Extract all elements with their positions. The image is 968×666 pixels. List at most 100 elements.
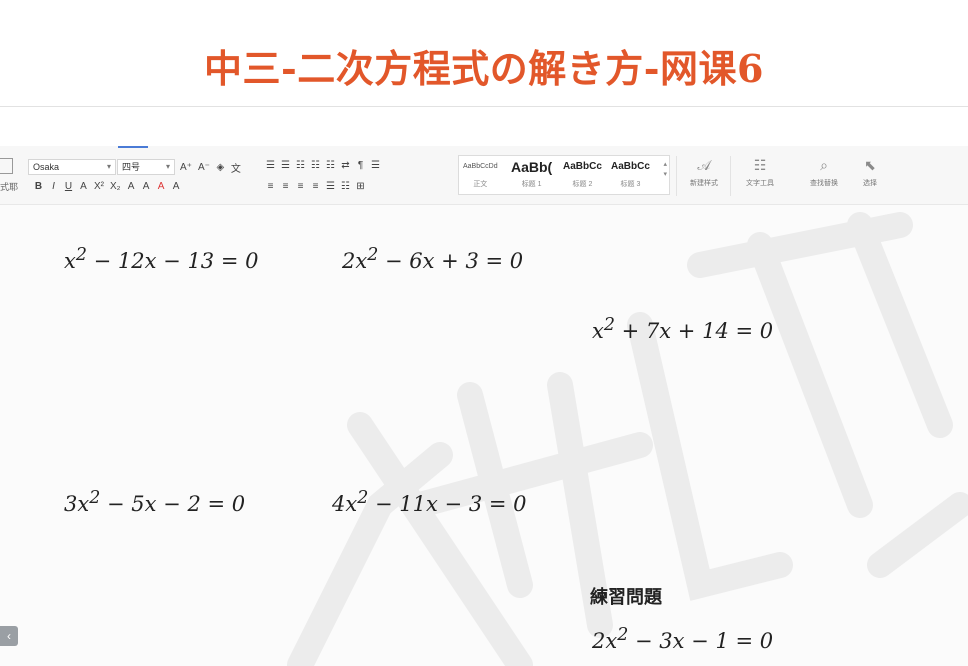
borders-icon[interactable]: ⊞ bbox=[356, 181, 365, 192]
style-sample: AaBbCc bbox=[563, 161, 602, 172]
active-tab-indicator bbox=[118, 146, 148, 148]
outdent-icon[interactable]: ☷ bbox=[296, 160, 305, 171]
text-effect-button[interactable]: A bbox=[127, 181, 136, 192]
subscript-button[interactable]: X₂ bbox=[110, 181, 121, 192]
font-family-select[interactable]: Osaka ▾ bbox=[28, 159, 116, 175]
new-style-button[interactable]: 𝒜 新建样式 bbox=[682, 156, 726, 188]
toolbar-divider bbox=[730, 156, 731, 196]
equation-rest: − 11x − 3 = 0 bbox=[368, 492, 527, 516]
equation-lead: 4x bbox=[332, 492, 358, 516]
distribute-icon[interactable]: ☰ bbox=[326, 181, 335, 192]
equation-lead: 3x bbox=[64, 492, 90, 516]
equation-rest: + 7x + 14 = 0 bbox=[614, 319, 774, 343]
text-format-group: B I U A X² X₂ A A A A bbox=[34, 181, 181, 192]
style-sample: AaBbCcDd bbox=[463, 163, 498, 170]
char-border-button[interactable]: A bbox=[172, 181, 181, 192]
style-sample: AaBb( bbox=[511, 159, 553, 175]
cursor-icon: ⬉ bbox=[864, 157, 876, 173]
align-center-icon[interactable]: ≡ bbox=[281, 181, 290, 192]
style-label: 标题 3 bbox=[620, 181, 641, 188]
highlight-button[interactable]: A bbox=[142, 181, 151, 192]
alignment-group: ≡ ≡ ≡ ≡ ☰ ☷ ⊞ bbox=[266, 181, 365, 192]
text-tools-label: 文字工具 bbox=[746, 180, 774, 187]
equation-exponent: 2 bbox=[367, 245, 379, 265]
indent-icon[interactable]: ☷ bbox=[311, 160, 320, 171]
equation-rest: − 6x + 3 = 0 bbox=[378, 249, 524, 273]
style-label: 正文 bbox=[473, 181, 488, 188]
numbered-list-icon[interactable]: ☰ bbox=[281, 160, 290, 171]
chinese-layout-icon[interactable]: ☷ bbox=[326, 160, 335, 171]
watermark bbox=[287, 212, 968, 666]
equation-rest: − 3x − 1 = 0 bbox=[628, 629, 774, 653]
chevron-down-icon: ▾ bbox=[165, 162, 170, 171]
practice-heading: 練習問題 bbox=[590, 587, 662, 608]
style-normal[interactable]: AaBbCcDd 正文 bbox=[463, 159, 498, 189]
bullet-list-icon[interactable]: ☰ bbox=[266, 160, 275, 171]
font-size-value: 四号 bbox=[122, 162, 141, 172]
equation-exponent: 2 bbox=[89, 488, 101, 508]
chevron-down-icon[interactable]: ▾ bbox=[663, 171, 667, 178]
chevron-down-icon: ▾ bbox=[106, 162, 111, 171]
font-adjust-group: A⁺ A⁻ ◈ 文 bbox=[180, 160, 241, 175]
style-label: 标题 2 bbox=[572, 181, 593, 188]
increase-font-icon[interactable]: A⁺ bbox=[180, 162, 192, 173]
italic-button[interactable]: I bbox=[49, 181, 58, 192]
style-label: 标题 1 bbox=[521, 181, 542, 188]
document-page[interactable]: x2 − 12x − 13 = 0 2x2 − 6x + 3 = 0 x2 + … bbox=[0, 205, 968, 666]
line-spacing-icon[interactable]: ☷ bbox=[341, 181, 350, 192]
find-replace-label: 查找替换 bbox=[810, 180, 838, 187]
select-button[interactable]: ⬉ 选择 bbox=[854, 156, 886, 188]
toolbar-divider bbox=[676, 156, 677, 196]
equation: 4x2 − 11x − 3 = 0 bbox=[332, 488, 527, 516]
equation: 2x2 − 3x − 1 = 0 bbox=[592, 625, 773, 653]
equation-exponent: 2 bbox=[617, 625, 629, 645]
style-gallery-scroll[interactable]: ▴ ▾ bbox=[663, 160, 667, 180]
equation-exponent: 2 bbox=[357, 488, 369, 508]
font-family-value: Osaka bbox=[33, 162, 60, 172]
equation-rest: − 5x − 2 = 0 bbox=[100, 492, 246, 516]
text-tools-icon: ☷ bbox=[753, 157, 767, 173]
equation-exponent: 2 bbox=[603, 315, 615, 335]
chevron-up-icon[interactable]: ▴ bbox=[663, 161, 667, 168]
font-size-select[interactable]: 四号 ▾ bbox=[117, 159, 175, 175]
style-gallery: AaBbCcDd 正文 AaBb( 标题 1 AaBbCc 标题 2 AaBbC… bbox=[458, 155, 670, 195]
equation-rest: − 12x − 13 = 0 bbox=[86, 249, 259, 273]
header-divider bbox=[0, 106, 968, 107]
equation-lead: x bbox=[592, 319, 604, 343]
decrease-font-icon[interactable]: A⁻ bbox=[198, 162, 210, 173]
equation-exponent: 2 bbox=[75, 245, 87, 265]
style-heading-1[interactable]: AaBb( 标题 1 bbox=[511, 159, 552, 189]
find-replace-button[interactable]: ⌕ 查找替换 bbox=[798, 156, 850, 188]
style-heading-3[interactable]: AaBbCc 标题 3 bbox=[611, 159, 650, 189]
text-tools-button[interactable]: ☷ 文字工具 bbox=[736, 156, 784, 188]
superscript-button[interactable]: X² bbox=[94, 181, 104, 192]
align-left-icon[interactable]: ≡ bbox=[266, 181, 275, 192]
clear-format-icon[interactable]: ◈ bbox=[216, 162, 225, 173]
format-painter-icon[interactable] bbox=[0, 158, 13, 174]
strikethrough-button[interactable]: A bbox=[79, 181, 88, 192]
align-right-icon[interactable]: ≡ bbox=[296, 181, 305, 192]
select-label: 选择 bbox=[863, 180, 877, 187]
previous-page-button[interactable]: ‹ bbox=[0, 626, 18, 646]
chevron-left-icon: ‹ bbox=[7, 629, 11, 643]
phonetic-icon[interactable]: 文 bbox=[231, 160, 241, 175]
equation: 2x2 − 6x + 3 = 0 bbox=[342, 245, 523, 273]
equation-lead: 2x bbox=[342, 249, 368, 273]
equation: 3x2 − 5x − 2 = 0 bbox=[64, 488, 245, 516]
bold-button[interactable]: B bbox=[34, 181, 43, 192]
equation: x2 + 7x + 14 = 0 bbox=[592, 315, 773, 343]
page-title: 中三-二次方程式の解き方-网课6 bbox=[204, 46, 764, 91]
style-heading-2[interactable]: AaBbCc 标题 2 bbox=[563, 159, 602, 189]
justify-icon[interactable]: ≡ bbox=[311, 181, 320, 192]
font-color-button[interactable]: A bbox=[157, 181, 166, 192]
underline-button[interactable]: U bbox=[64, 181, 73, 192]
format-painter-label: 式耶 bbox=[0, 182, 19, 192]
editor-toolbar: 式耶 Osaka ▾ 四号 ▾ A⁺ A⁻ ◈ 文 B I U A X² X₂ … bbox=[0, 146, 968, 205]
equation-lead: x bbox=[64, 249, 76, 273]
text-direction-icon[interactable]: ⇄ bbox=[341, 160, 350, 171]
style-sample: AaBbCc bbox=[611, 161, 650, 172]
new-style-icon: 𝒜 bbox=[697, 157, 711, 173]
search-icon: ⌕ bbox=[820, 157, 828, 173]
show-marks-icon[interactable]: ¶ bbox=[356, 160, 365, 171]
tab-icon[interactable]: ☰ bbox=[371, 160, 380, 171]
